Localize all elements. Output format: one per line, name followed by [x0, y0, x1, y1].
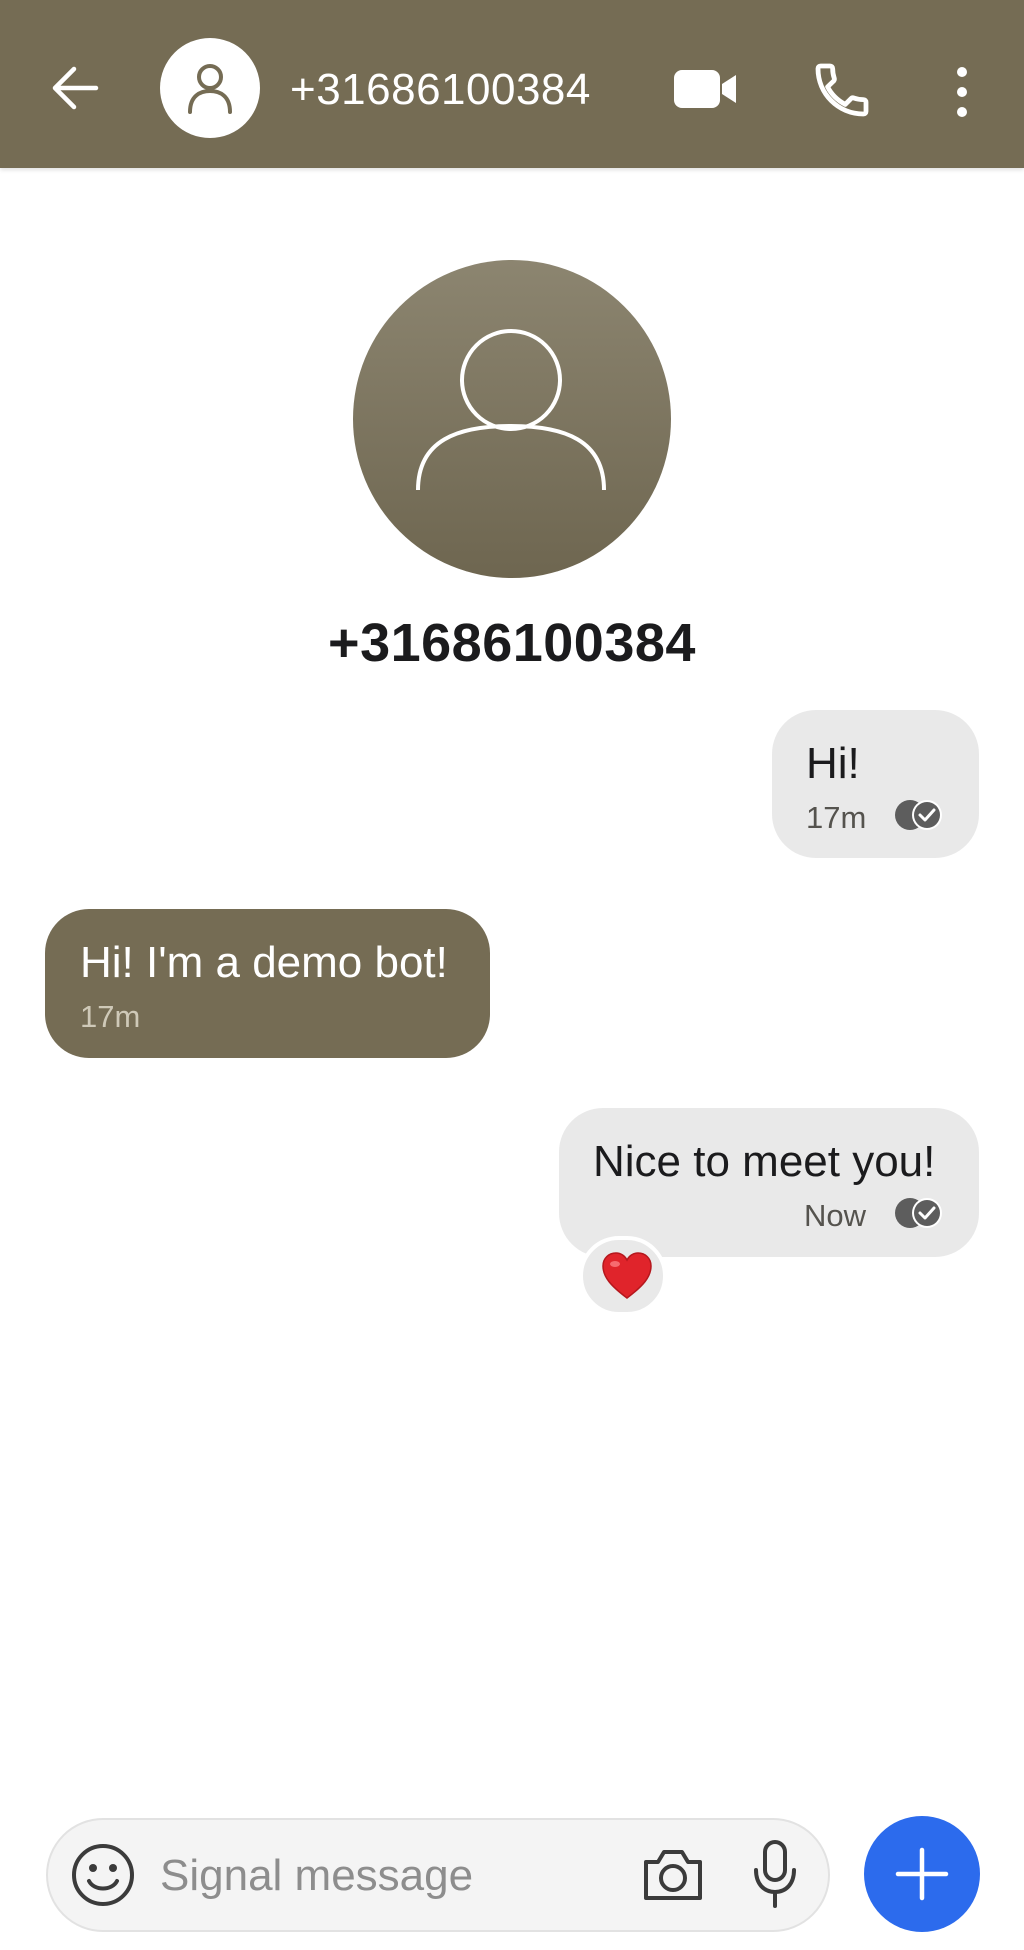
conversation-header: +31686100384: [0, 0, 1024, 168]
delivered-check-icon: [895, 1198, 942, 1228]
message-text: Hi! I'm a demo bot!: [80, 938, 448, 987]
person-icon: [416, 329, 606, 491]
heart-icon: [602, 1252, 652, 1299]
phone-icon: [815, 63, 869, 117]
smiley-icon: [72, 1844, 134, 1906]
profile-name: +31686100384: [328, 613, 696, 673]
incoming-message[interactable]: Hi! I'm a demo bot! 17m: [45, 909, 490, 1058]
message-time: Now: [804, 1198, 867, 1233]
outgoing-message[interactable]: Hi! 17m: [772, 710, 979, 858]
arrow-left-icon: [52, 66, 99, 110]
contact-name[interactable]: +31686100384: [290, 60, 591, 120]
plus-icon: [895, 1847, 949, 1901]
camera-button[interactable]: [640, 1844, 706, 1906]
profile-avatar[interactable]: [353, 260, 671, 578]
more-options-button[interactable]: [944, 60, 980, 124]
message-time: 17m: [806, 800, 867, 835]
voice-call-button[interactable]: [810, 58, 874, 122]
attach-button[interactable]: [864, 1816, 980, 1932]
person-icon: [188, 64, 232, 114]
message-composer: [46, 1818, 830, 1932]
microphone-icon: [754, 1840, 796, 1908]
video-call-button[interactable]: [670, 64, 740, 114]
microphone-button[interactable]: [750, 1838, 800, 1910]
back-button[interactable]: [44, 56, 108, 120]
message-text: Hi!: [806, 739, 860, 788]
more-vertical-icon: [957, 67, 967, 117]
message-reaction[interactable]: [579, 1236, 667, 1316]
emoji-button[interactable]: [70, 1842, 136, 1908]
outgoing-message[interactable]: Nice to meet you! Now: [559, 1108, 979, 1257]
message-text: Nice to meet you!: [593, 1137, 936, 1186]
camera-icon: [644, 1850, 702, 1900]
contact-avatar[interactable]: [160, 38, 260, 138]
message-time: 17m: [80, 999, 141, 1034]
video-camera-icon: [674, 70, 736, 108]
message-input[interactable]: [158, 1840, 602, 1912]
delivered-check-icon: [895, 800, 942, 830]
